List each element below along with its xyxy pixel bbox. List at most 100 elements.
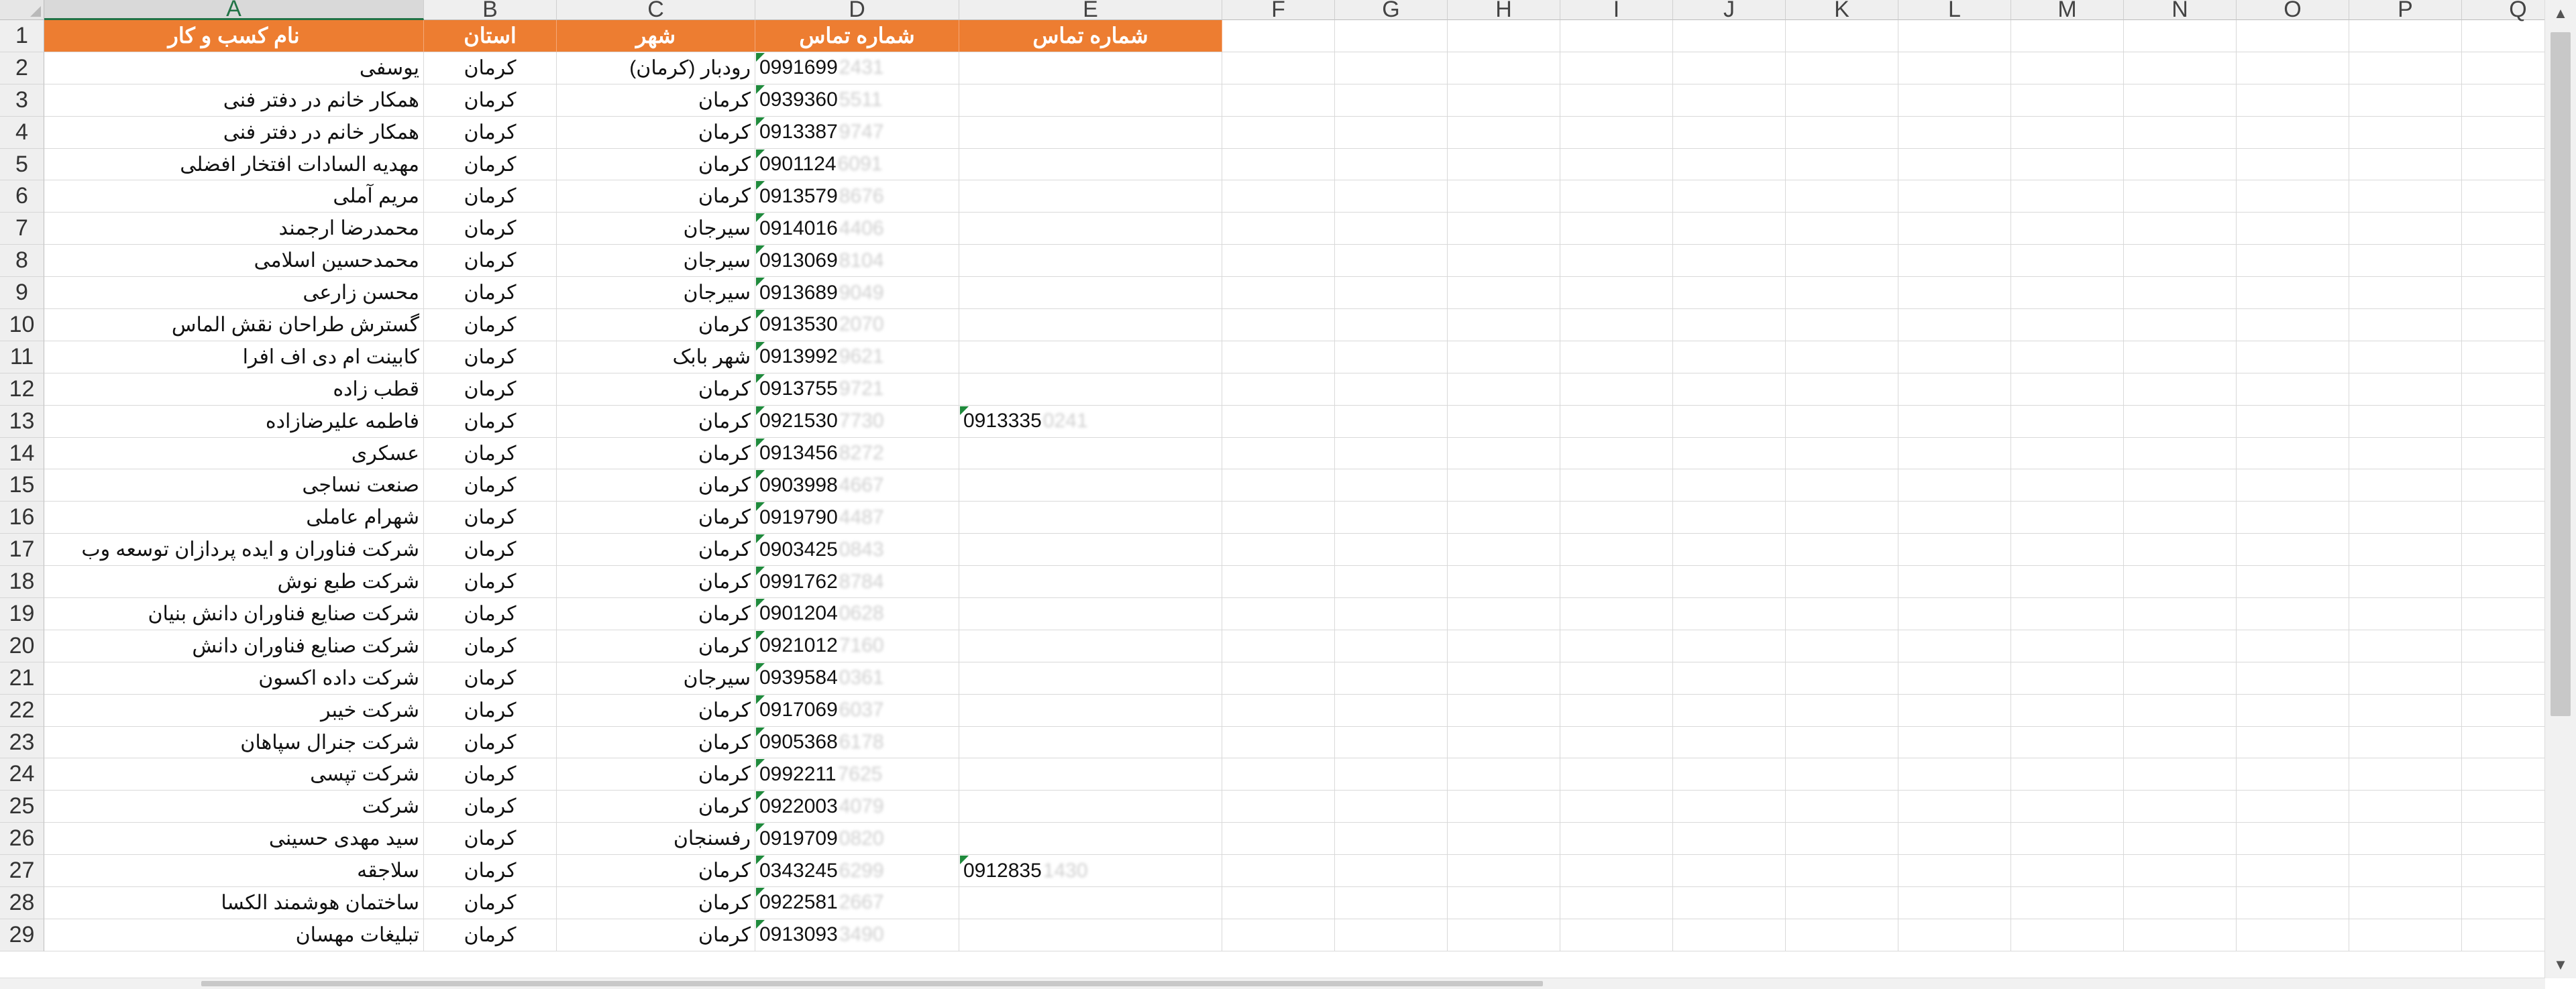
- column-header-c[interactable]: C: [557, 0, 755, 22]
- phone-cell[interactable]: 0903425 0843: [755, 534, 959, 567]
- empty-cell[interactable]: [1898, 823, 2011, 856]
- empty-cell[interactable]: [1898, 887, 2011, 919]
- province-cell[interactable]: کرمان: [424, 566, 557, 599]
- empty-cell[interactable]: [1898, 662, 2011, 695]
- empty-cell[interactable]: [2462, 438, 2545, 470]
- empty-cell[interactable]: [2011, 341, 2124, 373]
- row-header[interactable]: 10: [0, 309, 44, 341]
- empty-cell[interactable]: [1786, 855, 1898, 888]
- empty-cell[interactable]: [1560, 437, 1673, 470]
- empty-cell[interactable]: [1448, 373, 1560, 406]
- column-header-n[interactable]: N: [2124, 0, 2237, 22]
- row-header[interactable]: 11: [0, 341, 44, 373]
- empty-cell[interactable]: [2237, 437, 2349, 470]
- empty-cell[interactable]: [1898, 630, 2011, 662]
- city-cell[interactable]: سیرجان: [557, 245, 755, 278]
- phone-cell[interactable]: 0991699 2431: [755, 52, 959, 84]
- horizontal-scrollbar[interactable]: [0, 978, 2545, 989]
- empty-cell[interactable]: [2349, 887, 2462, 919]
- city-cell[interactable]: کرمان: [557, 758, 755, 791]
- empty-cell[interactable]: [2011, 598, 2124, 630]
- city-cell[interactable]: کرمان: [557, 437, 755, 470]
- empty-cell[interactable]: [2462, 791, 2545, 823]
- empty-cell[interactable]: [2237, 919, 2349, 951]
- empty-cell[interactable]: [1448, 309, 1560, 341]
- province-cell[interactable]: کرمان: [424, 887, 557, 919]
- empty-cell[interactable]: [2237, 598, 2349, 630]
- row-header[interactable]: 17: [0, 534, 44, 567]
- empty-cell[interactable]: [2462, 180, 2545, 213]
- province-cell[interactable]: کرمان: [424, 437, 557, 470]
- empty-cell[interactable]: [1786, 309, 1898, 341]
- empty-cell[interactable]: [1335, 437, 1448, 470]
- empty-cell[interactable]: [2237, 758, 2349, 791]
- province-cell[interactable]: کرمان: [424, 534, 557, 567]
- empty-cell[interactable]: [2124, 919, 2237, 951]
- business-name-cell[interactable]: کابینت ام دی اف افرا: [44, 341, 424, 373]
- row-header[interactable]: 29: [0, 919, 44, 951]
- empty-cell[interactable]: [2349, 791, 2462, 823]
- city-cell[interactable]: سیرجان: [557, 662, 755, 695]
- empty-cell[interactable]: [1898, 469, 2011, 502]
- empty-cell[interactable]: [1222, 341, 1335, 373]
- business-name-cell[interactable]: شرکت داده اکسون: [44, 662, 424, 695]
- empty-cell[interactable]: [2462, 373, 2545, 406]
- empty-cell[interactable]: [1560, 887, 1673, 919]
- empty-cell[interactable]: [2011, 534, 2124, 567]
- empty-cell[interactable]: [2237, 180, 2349, 213]
- empty-cell[interactable]: [1898, 84, 2011, 117]
- province-cell[interactable]: کرمان: [424, 52, 557, 84]
- business-name-cell[interactable]: شرکت جنرال سپاهان: [44, 726, 424, 759]
- empty-cell[interactable]: [1898, 213, 2011, 245]
- empty-cell[interactable]: [1786, 20, 1898, 52]
- row-header[interactable]: 23: [0, 726, 44, 759]
- row-header[interactable]: 12: [0, 373, 44, 406]
- empty-cell[interactable]: [1560, 855, 1673, 888]
- empty-cell[interactable]: [1786, 405, 1898, 438]
- business-name-cell[interactable]: شهرام عاملی: [44, 502, 424, 534]
- city-cell[interactable]: کرمان: [557, 373, 755, 406]
- business-name-cell[interactable]: مریم آملی: [44, 180, 424, 213]
- row-header[interactable]: 24: [0, 758, 44, 791]
- phone-2-cell[interactable]: [959, 437, 1222, 470]
- empty-cell[interactable]: [2462, 277, 2545, 310]
- empty-cell[interactable]: [1673, 758, 1786, 791]
- empty-cell[interactable]: [1786, 662, 1898, 695]
- row-header[interactable]: 4: [0, 116, 44, 149]
- province-cell[interactable]: کرمان: [424, 148, 557, 181]
- empty-cell[interactable]: [1898, 245, 2011, 278]
- phone-2-cell[interactable]: [959, 180, 1222, 213]
- empty-cell[interactable]: [1786, 887, 1898, 919]
- city-cell[interactable]: کرمان: [557, 598, 755, 630]
- empty-cell[interactable]: [1222, 277, 1335, 310]
- empty-cell[interactable]: [1448, 855, 1560, 888]
- phone-2-cell[interactable]: [959, 341, 1222, 373]
- empty-cell[interactable]: [1448, 180, 1560, 213]
- empty-cell[interactable]: [1560, 823, 1673, 856]
- phone-cell[interactable]: 0921012 7160: [755, 630, 959, 662]
- empty-cell[interactable]: [1560, 309, 1673, 341]
- empty-cell[interactable]: [1560, 180, 1673, 213]
- empty-cell[interactable]: [2011, 566, 2124, 599]
- empty-cell[interactable]: [1786, 116, 1898, 149]
- empty-cell[interactable]: [1222, 566, 1335, 599]
- empty-cell[interactable]: [1898, 502, 2011, 534]
- phone-2-cell[interactable]: [959, 52, 1222, 84]
- empty-cell[interactable]: [2349, 180, 2462, 213]
- row-header[interactable]: 7: [0, 213, 44, 245]
- empty-cell[interactable]: [1222, 726, 1335, 759]
- empty-cell[interactable]: [2462, 758, 2545, 791]
- empty-cell[interactable]: [1560, 213, 1673, 245]
- empty-cell[interactable]: [2462, 919, 2545, 951]
- city-cell[interactable]: رفسنجان: [557, 823, 755, 856]
- phone-cell[interactable]: 0913992 9621: [755, 341, 959, 373]
- header-province[interactable]: استان: [424, 20, 557, 52]
- row-header[interactable]: 28: [0, 887, 44, 919]
- city-cell[interactable]: کرمان: [557, 855, 755, 888]
- column-header-p[interactable]: P: [2349, 0, 2462, 22]
- empty-cell[interactable]: [2349, 341, 2462, 373]
- empty-cell[interactable]: [2237, 726, 2349, 759]
- empty-cell[interactable]: [1560, 52, 1673, 84]
- empty-cell[interactable]: [2462, 534, 2545, 567]
- row-header[interactable]: 26: [0, 823, 44, 856]
